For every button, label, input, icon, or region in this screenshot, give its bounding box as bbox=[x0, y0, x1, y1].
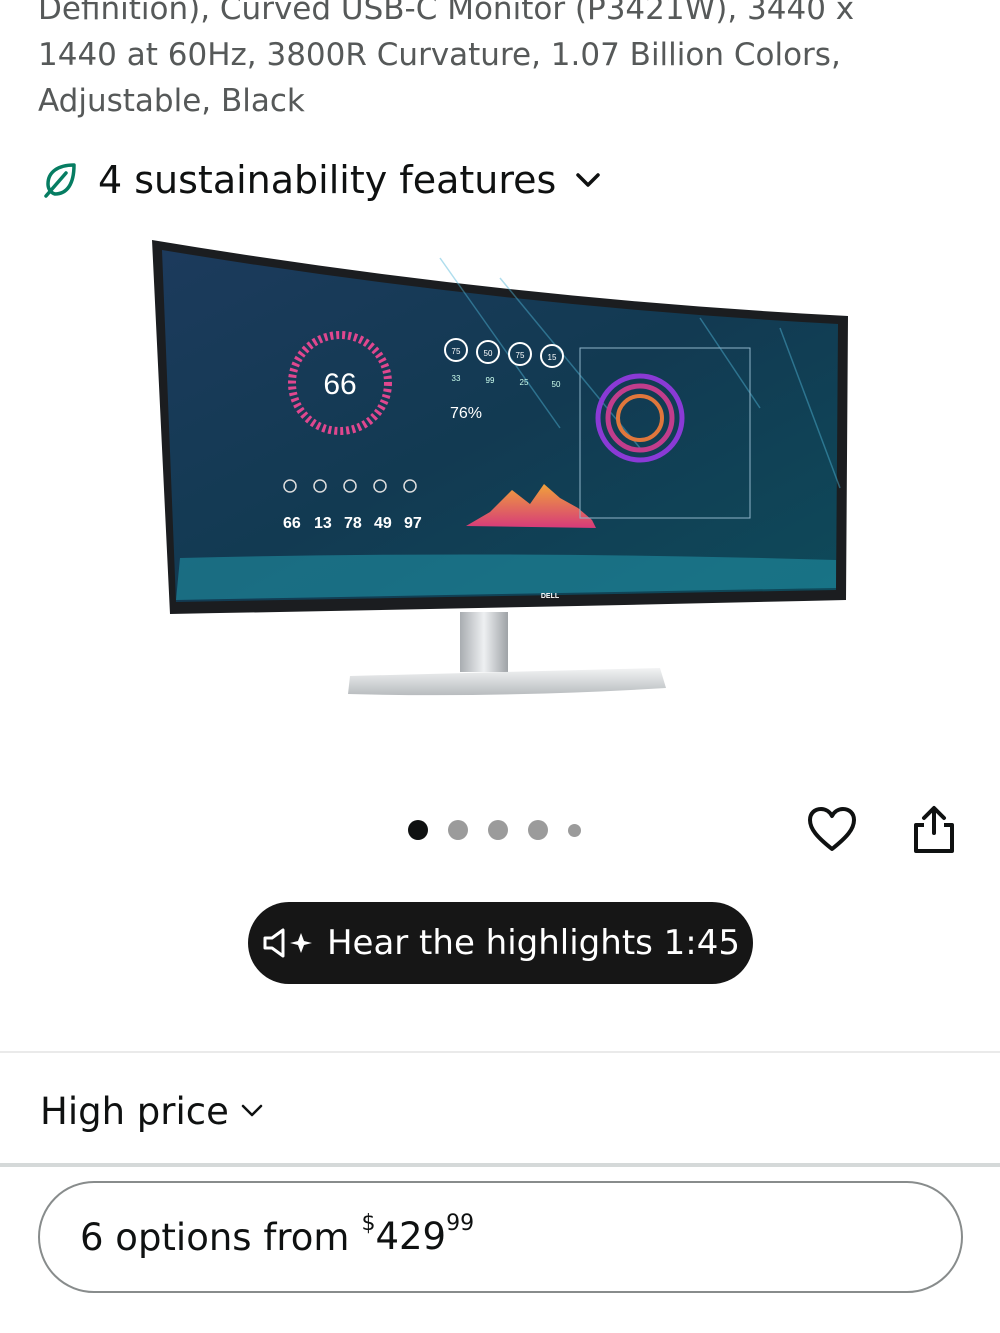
hear-highlights-label: Hear the highlights 1:45 bbox=[326, 923, 741, 963]
section-divider bbox=[0, 1051, 1000, 1053]
ring-label: 50 bbox=[484, 349, 493, 358]
ring-value: 33 bbox=[452, 374, 461, 383]
ring-label: 75 bbox=[452, 347, 461, 356]
gauge-value: 66 bbox=[323, 368, 356, 401]
stat-value: 78 bbox=[344, 515, 362, 532]
carousel-dot[interactable] bbox=[408, 820, 428, 840]
price-whole: 429 bbox=[375, 1215, 447, 1258]
stat-value: 13 bbox=[314, 515, 332, 532]
carousel-dot[interactable] bbox=[568, 823, 581, 837]
buying-options-label: 6 options from bbox=[80, 1215, 350, 1259]
price-filter-toggle[interactable]: High price bbox=[40, 1084, 265, 1138]
stat-value: 97 bbox=[404, 515, 422, 532]
ring-label: 75 bbox=[516, 351, 525, 360]
share-button[interactable] bbox=[902, 800, 966, 864]
section-divider bbox=[0, 1163, 1000, 1167]
ring-value: 50 bbox=[552, 380, 561, 389]
price-fraction: 99 bbox=[446, 1211, 475, 1236]
chevron-down-icon bbox=[574, 165, 604, 195]
carousel-indicator bbox=[408, 818, 581, 842]
sustainability-label: 4 sustainability features bbox=[98, 158, 557, 202]
sustainability-features-toggle[interactable]: 4 sustainability features bbox=[40, 152, 604, 208]
ring-value: 25 bbox=[520, 378, 529, 387]
percent-value: 76% bbox=[450, 405, 482, 422]
speaker-sparkle-icon bbox=[261, 926, 317, 960]
wishlist-button[interactable] bbox=[800, 800, 864, 864]
stat-value: 49 bbox=[374, 515, 392, 532]
share-icon bbox=[910, 803, 958, 861]
product-image[interactable]: 66 75 50 75 15 33 99 25 50 76% 66 13 78 … bbox=[140, 228, 860, 728]
chevron-down-icon bbox=[239, 1090, 265, 1133]
product-title: Definition), Curved USB-C Monitor (P3421… bbox=[38, 0, 855, 119]
ring-value: 99 bbox=[486, 376, 495, 385]
carousel-dot[interactable] bbox=[488, 820, 508, 840]
leaf-icon bbox=[40, 158, 84, 202]
stat-value: 66 bbox=[283, 515, 301, 532]
brand-logo: DELL bbox=[541, 593, 560, 600]
hear-highlights-button[interactable]: Hear the highlights 1:45 bbox=[248, 902, 753, 984]
buying-options-button[interactable]: 6 options from $ 429 99 bbox=[38, 1181, 963, 1293]
price: $ 429 99 bbox=[361, 1212, 474, 1258]
carousel-dot[interactable] bbox=[528, 820, 548, 840]
price-filter-label: High price bbox=[40, 1089, 229, 1133]
carousel-dot[interactable] bbox=[448, 820, 468, 840]
ring-label: 15 bbox=[548, 353, 557, 362]
price-symbol: $ bbox=[361, 1211, 376, 1236]
heart-icon bbox=[805, 803, 859, 861]
